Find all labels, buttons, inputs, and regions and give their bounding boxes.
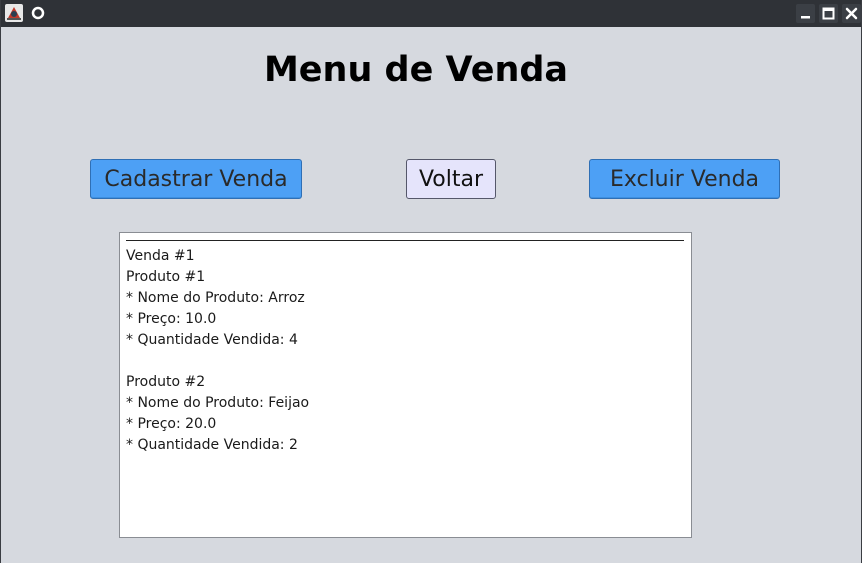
- title-bar[interactable]: [1, 0, 861, 27]
- maximize-icon[interactable]: [819, 4, 838, 23]
- text-line: * Preço: 20.0: [126, 416, 217, 432]
- text-line: * Preço: 10.0: [126, 311, 217, 327]
- text-line: * Quantidade Vendida: 2: [126, 437, 298, 453]
- text-line: [126, 351, 309, 372]
- cadastrar-venda-button[interactable]: Cadastrar Venda: [90, 159, 302, 199]
- text-line: Venda #1: [126, 248, 195, 264]
- sales-text-area[interactable]: Venda #1 Produto #1 * Nome do Produto: A…: [119, 232, 692, 538]
- text-line: * Nome do Produto: Feijao: [126, 395, 310, 411]
- java-app-icon[interactable]: [4, 3, 24, 23]
- text-line: Produto #1: [126, 269, 206, 285]
- sales-text-lines: Venda #1 Produto #1 * Nome do Produto: A…: [126, 246, 309, 456]
- voltar-button[interactable]: Voltar: [406, 159, 496, 199]
- text-line: * Nome do Produto: Arroz: [126, 290, 305, 306]
- close-icon[interactable]: [842, 4, 861, 23]
- app-window: Menu de Venda Cadastrar Venda Voltar Exc…: [0, 0, 862, 563]
- text-separator-line: [126, 240, 684, 241]
- excluir-venda-button[interactable]: Excluir Venda: [589, 159, 780, 199]
- minimize-icon[interactable]: [796, 4, 815, 23]
- text-line: * Quantidade Vendida: 4: [126, 332, 298, 348]
- page-title: Menu de Venda: [263, 50, 569, 90]
- text-line: Produto #2: [126, 374, 206, 390]
- window-menu-icon[interactable]: [29, 3, 47, 23]
